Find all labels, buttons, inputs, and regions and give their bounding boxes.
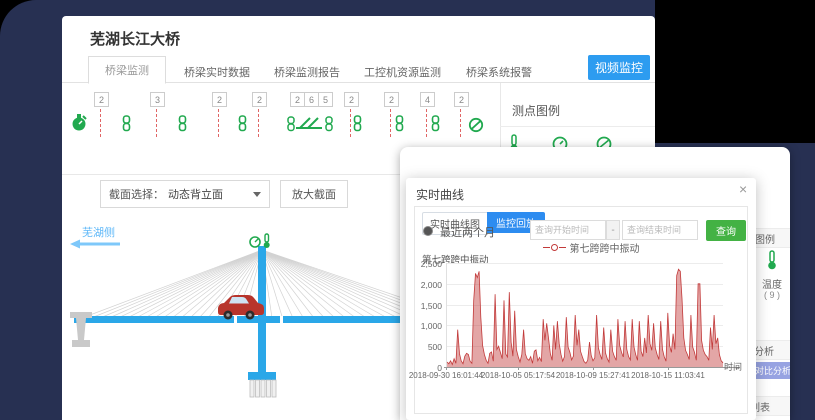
temperature-label: 温度 [752,276,790,291]
query-start-input[interactable] [530,220,606,240]
section-select-label: 截面选择： [101,186,168,202]
thermometer-icon[interactable] [766,250,778,270]
chain-sensor-icon[interactable] [177,115,188,132]
date-range-separator: - [606,220,620,240]
chain-sensor-icon[interactable] [121,115,132,132]
sensor-dash-marker [218,109,219,137]
sensor-count-badge: 2 [290,92,305,107]
sensor-dash-marker [258,109,259,137]
sensor-count-badge: 2 [252,92,267,107]
legend-panel-title: 测点图例 [512,102,560,119]
chain-sensor-icon[interactable] [430,115,441,132]
caret-down-icon [253,192,261,197]
realtime-curve-dialog: 实时曲线 × 实时曲线图 监控回放 最近两个月 - 查询 第七跨跨中振动 第七跨… [406,178,756,420]
sensor-count-badge: 3 [150,92,165,107]
sensor-dash-marker [426,109,427,137]
sensor-count-badge: 6 [304,92,319,107]
disabled-sensor-icon[interactable] [468,117,484,133]
screen: { "colors": { "navy": "#273052", "accent… [0,0,815,420]
sensor-count-badge: 2 [94,92,109,107]
expansion-joint-icon[interactable] [286,115,338,133]
sensor-dash-marker [100,109,101,137]
legend-line-icon [559,247,566,248]
tab-realtime-data[interactable]: 桥梁实时数据 [184,64,250,80]
chart-legend[interactable]: 第七跨跨中振动 [516,240,666,255]
y-tick-label: 1,000 [406,321,442,331]
sensor-dash-marker [390,109,391,137]
vibration-series [447,263,723,367]
sensor-count-badge: 2 [344,92,359,107]
video-monitor-button[interactable]: 视频监控 [588,55,650,80]
tab-monitor-report[interactable]: 桥梁监测报告 [274,64,340,80]
bridge-piles [250,380,276,397]
sensor-gauge-icon[interactable] [70,112,88,132]
y-tick-label: 1,500 [406,301,442,311]
chart-plot-area [446,263,723,367]
recent-two-months-radio[interactable] [424,227,432,235]
sensor-dash-marker [350,109,351,137]
tab-ipc-resource[interactable]: 工控机资源监测 [364,64,441,80]
legend-panel-underline [500,126,655,127]
compare-analysis-button[interactable]: 对比分析 [752,362,790,379]
sensor-count-badge: 2 [384,92,399,107]
chain-sensor-icon[interactable] [394,115,405,132]
tab-system-alarm[interactable]: 桥梁系统报警 [466,64,532,80]
sensor-dash-marker [460,109,461,137]
car [218,295,264,320]
query-button[interactable]: 查询 [706,220,746,241]
dialog-title: 实时曲线 [416,186,464,203]
section-select[interactable]: 截面选择： 动态背立面 [100,180,270,208]
tab-bridge-monitor[interactable]: 桥梁监测 [88,56,166,84]
legend-line-icon [543,247,550,248]
y-tick-label: 2,000 [406,280,442,290]
bridge-abutment [72,340,90,347]
page-title: 芜湖长江大桥 [90,28,180,49]
curve-window: 测点图例 温度 ( 9 ) 对比分析 对比分析 测点列表 实时曲线 × 实时曲线… [400,147,790,420]
sensor-count-badge: 2 [212,92,227,107]
x-axis-name: 时间 [724,360,742,373]
recent-two-months-label: 最近两个月 [440,224,495,240]
close-icon[interactable]: × [739,182,747,196]
tower-top-sensor-icons [250,234,270,248]
sensor-count-badge: 4 [420,92,435,107]
chain-sensor-icon[interactable] [237,115,248,132]
x-axis-line [444,367,740,368]
chain-sensor-icon[interactable] [352,115,363,132]
temperature-count: ( 9 ) [752,290,790,300]
query-end-input[interactable] [622,220,698,240]
enlarge-section-button[interactable]: 放大截面 [280,180,348,208]
section-select-value: 动态背立面 [168,186,253,202]
sensor-count-badge: 2 [454,92,469,107]
x-tick-label: 2018-10-15 11:03:41 [623,371,713,380]
black-backdrop [655,0,815,143]
legend-circle-icon [551,244,558,251]
sensor-dash-marker [156,109,157,137]
bridge-side-label: 芜湖侧 [82,225,115,239]
y-tick-label: 2,500 [406,259,442,269]
sensor-count-badge: 5 [318,92,333,107]
y-tick-label: 500 [406,342,442,352]
